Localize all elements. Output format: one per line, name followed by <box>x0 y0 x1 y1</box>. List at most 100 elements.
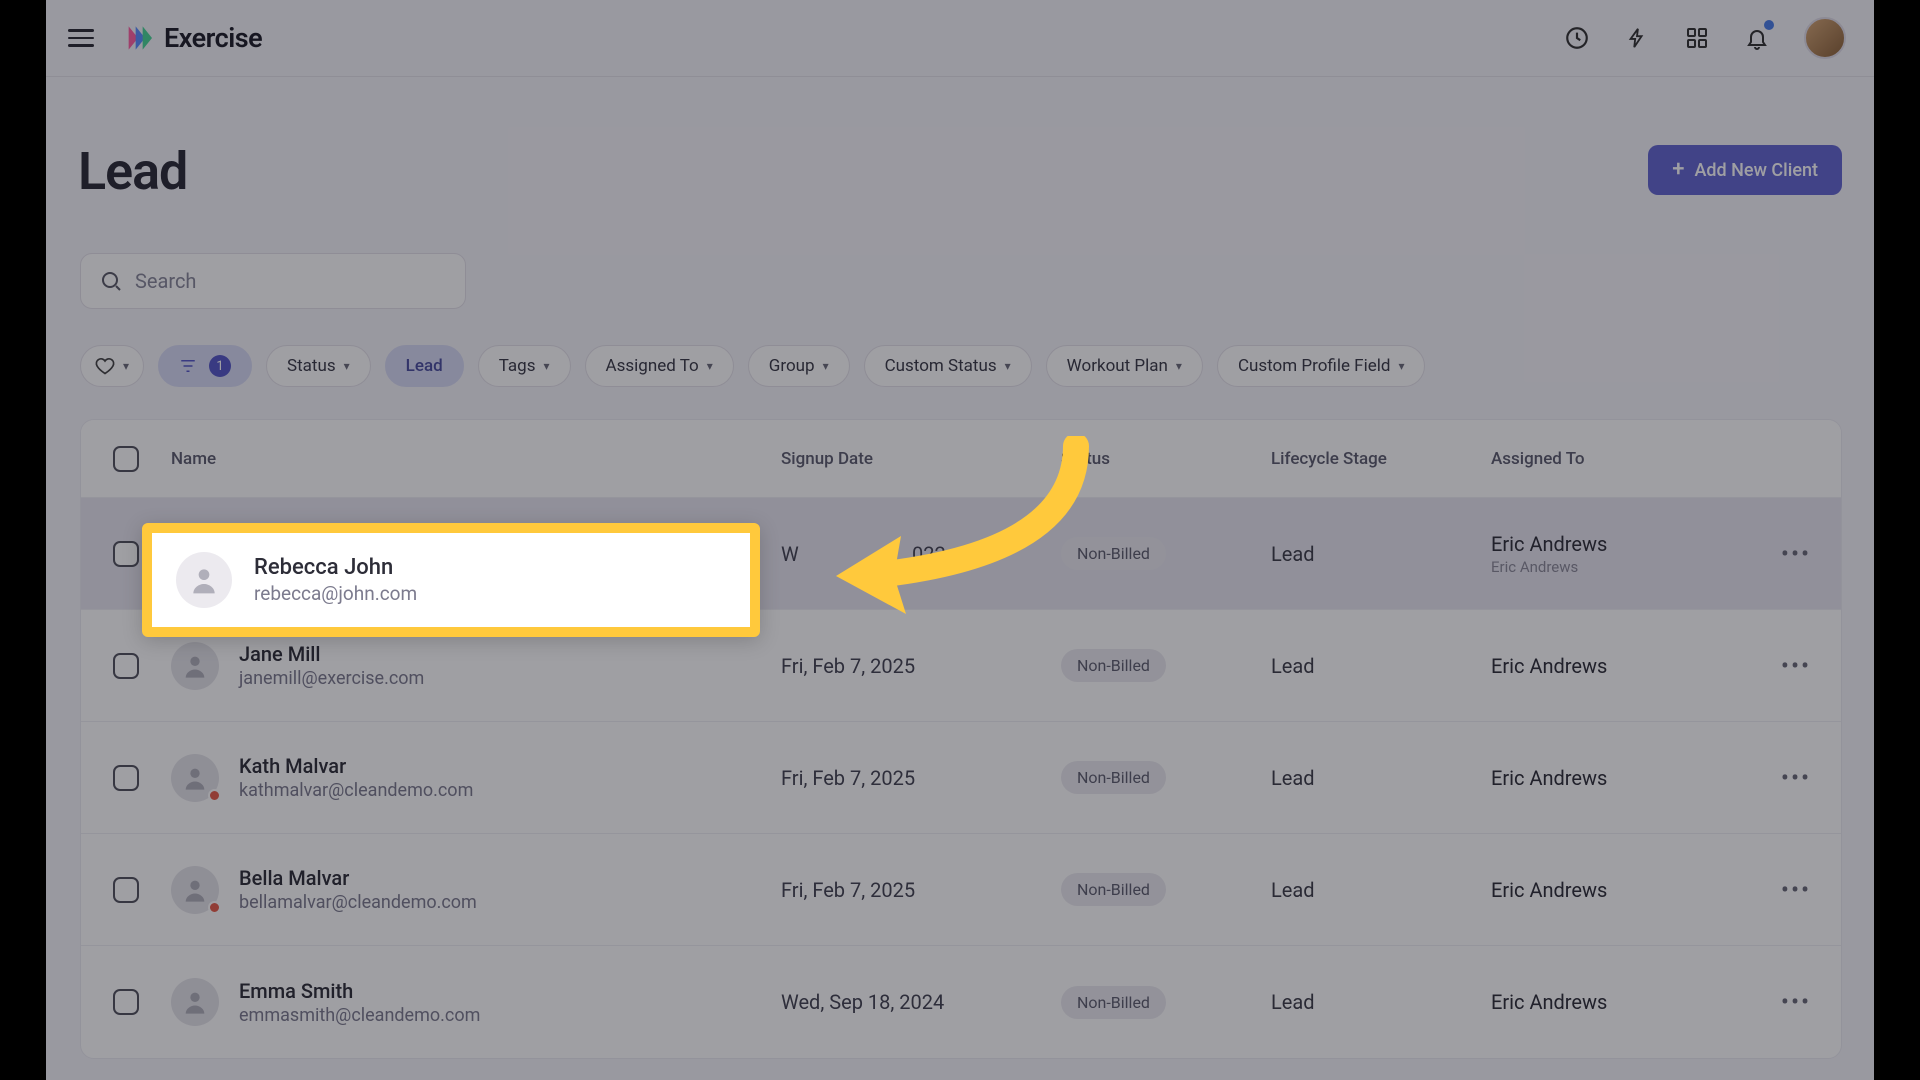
avatar-icon <box>176 552 232 608</box>
assigned-to-cell: Eric Andrews <box>1491 990 1751 1014</box>
assigned-name: Eric Andrews <box>1491 532 1751 556</box>
select-all-checkbox[interactable] <box>113 446 139 472</box>
filter-bar: ▾ 1 Status ▾ Lead Tags ▾ Assigned To ▾ <box>80 345 1842 387</box>
lifecycle-stage: Lead <box>1271 654 1491 678</box>
custom-profile-field-filter-label: Custom Profile Field <box>1238 356 1391 376</box>
name-cell[interactable]: Kath Malvar kathmalvar@cleandemo.com <box>171 754 781 802</box>
add-button-label: Add New Client <box>1694 160 1818 181</box>
chevron-down-icon: ▾ <box>823 359 829 373</box>
table-header: Name Signup Date Status Lifecycle Stage … <box>81 420 1841 498</box>
custom-status-filter[interactable]: Custom Status ▾ <box>864 345 1032 387</box>
filter-toggle[interactable]: 1 <box>158 345 252 387</box>
search-input[interactable] <box>135 269 447 293</box>
more-icon[interactable]: ••• <box>1781 876 1811 904</box>
filter-icon <box>179 357 197 375</box>
assigned-name: Eric Andrews <box>1491 990 1751 1014</box>
chevron-down-icon: ▾ <box>543 359 549 373</box>
lead-filter-label: Lead <box>406 356 443 376</box>
chevron-down-icon: ▾ <box>1176 359 1182 373</box>
name-cell[interactable]: Emma Smith emmasmith@cleandemo.com <box>171 978 781 1026</box>
row-checkbox[interactable] <box>113 877 139 903</box>
client-email: janemill@exercise.com <box>239 668 424 689</box>
col-assigned-to[interactable]: Assigned To <box>1491 449 1751 469</box>
lifecycle-stage: Lead <box>1271 542 1491 566</box>
table-row[interactable]: Kath Malvar kathmalvar@cleandemo.com Fri… <box>81 722 1841 834</box>
status-badge: Non-Billed <box>1061 986 1166 1019</box>
assigned-name: Eric Andrews <box>1491 878 1751 902</box>
status-badge: Non-Billed <box>1061 873 1166 906</box>
favorites-filter[interactable]: ▾ <box>80 345 144 387</box>
client-email: bellamalvar@cleandemo.com <box>239 892 477 913</box>
highlight-email: rebecca@john.com <box>254 582 417 605</box>
lifecycle-stage: Lead <box>1271 990 1491 1014</box>
table-row[interactable]: Bella Malvar bellamalvar@cleandemo.com F… <box>81 834 1841 946</box>
col-signup-date[interactable]: Signup Date <box>781 449 1061 469</box>
client-name: Bella Malvar <box>239 866 477 890</box>
signup-date: Fri, Feb 7, 2025 <box>781 878 1061 902</box>
menu-icon[interactable] <box>68 24 96 52</box>
more-icon[interactable]: ••• <box>1781 652 1811 680</box>
add-new-client-button[interactable]: + Add New Client <box>1648 145 1842 195</box>
apps-icon[interactable] <box>1684 25 1710 51</box>
chevron-down-icon: ▾ <box>123 359 129 373</box>
status-badge: Non-Billed <box>1061 761 1166 794</box>
app-window: Exercise <box>46 0 1874 1080</box>
group-filter-label: Group <box>769 356 815 376</box>
avatar-icon <box>171 754 219 802</box>
chevron-down-icon: ▾ <box>1005 359 1011 373</box>
lifecycle-stage: Lead <box>1271 878 1491 902</box>
col-lifecycle-stage[interactable]: Lifecycle Stage <box>1271 449 1491 469</box>
assigned-to-cell: Eric Andrews Eric Andrews <box>1491 532 1751 576</box>
custom-status-filter-label: Custom Status <box>885 356 997 376</box>
highlight-name: Rebecca John <box>254 555 417 580</box>
row-checkbox[interactable] <box>113 541 139 567</box>
chevron-down-icon: ▾ <box>1398 359 1404 373</box>
col-name[interactable]: Name <box>171 449 781 469</box>
table-row[interactable]: Emma Smith emmasmith@cleandemo.com Wed, … <box>81 946 1841 1058</box>
chevron-down-icon: ▾ <box>344 359 350 373</box>
name-cell[interactable]: Bella Malvar bellamalvar@cleandemo.com <box>171 866 781 914</box>
status-dot-icon <box>208 789 221 802</box>
assigned-name: Eric Andrews <box>1491 654 1751 678</box>
workout-plan-filter[interactable]: Workout Plan ▾ <box>1046 345 1203 387</box>
client-name: Jane Mill <box>239 642 424 666</box>
row-checkbox[interactable] <box>113 653 139 679</box>
row-checkbox[interactable] <box>113 989 139 1015</box>
signup-date: Fri, Feb 7, 2025 <box>781 766 1061 790</box>
clients-table: Name Signup Date Status Lifecycle Stage … <box>80 419 1842 1059</box>
tags-filter-label: Tags <box>499 356 536 376</box>
assigned-to-filter[interactable]: Assigned To ▾ <box>585 345 734 387</box>
brand-name: Exercise <box>164 22 262 54</box>
lead-filter-chip[interactable]: Lead <box>385 345 464 387</box>
tutorial-highlight[interactable]: Rebecca John rebecca@john.com <box>142 523 760 637</box>
avatar-icon <box>171 866 219 914</box>
assigned-to-filter-label: Assigned To <box>606 356 699 376</box>
header-left: Exercise <box>68 22 262 54</box>
plus-icon: + <box>1672 159 1684 181</box>
status-filter[interactable]: Status ▾ <box>266 345 371 387</box>
page-title: Lead <box>78 141 187 202</box>
brand-logo-icon <box>124 24 152 52</box>
more-icon[interactable]: ••• <box>1781 764 1811 792</box>
signup-date: Wed, Sep 18, 2024 <box>781 990 1061 1014</box>
user-avatar[interactable] <box>1804 17 1846 59</box>
avatar-icon <box>171 978 219 1026</box>
bell-icon[interactable] <box>1744 25 1770 51</box>
search-icon <box>99 269 123 293</box>
lifecycle-stage: Lead <box>1271 766 1491 790</box>
notification-dot <box>1764 20 1774 30</box>
brand[interactable]: Exercise <box>124 22 262 54</box>
bolt-icon[interactable] <box>1624 25 1650 51</box>
col-status[interactable]: Status <box>1061 449 1271 469</box>
clock-icon[interactable] <box>1564 25 1590 51</box>
avatar-icon <box>171 642 219 690</box>
search-box[interactable] <box>80 253 466 309</box>
custom-profile-field-filter[interactable]: Custom Profile Field ▾ <box>1217 345 1426 387</box>
more-icon[interactable]: ••• <box>1781 988 1811 1016</box>
more-icon[interactable]: ••• <box>1781 540 1811 568</box>
group-filter[interactable]: Group ▾ <box>748 345 850 387</box>
row-checkbox[interactable] <box>113 765 139 791</box>
assigned-to-cell: Eric Andrews <box>1491 766 1751 790</box>
name-cell[interactable]: Jane Mill janemill@exercise.com <box>171 642 781 690</box>
tags-filter[interactable]: Tags ▾ <box>478 345 571 387</box>
